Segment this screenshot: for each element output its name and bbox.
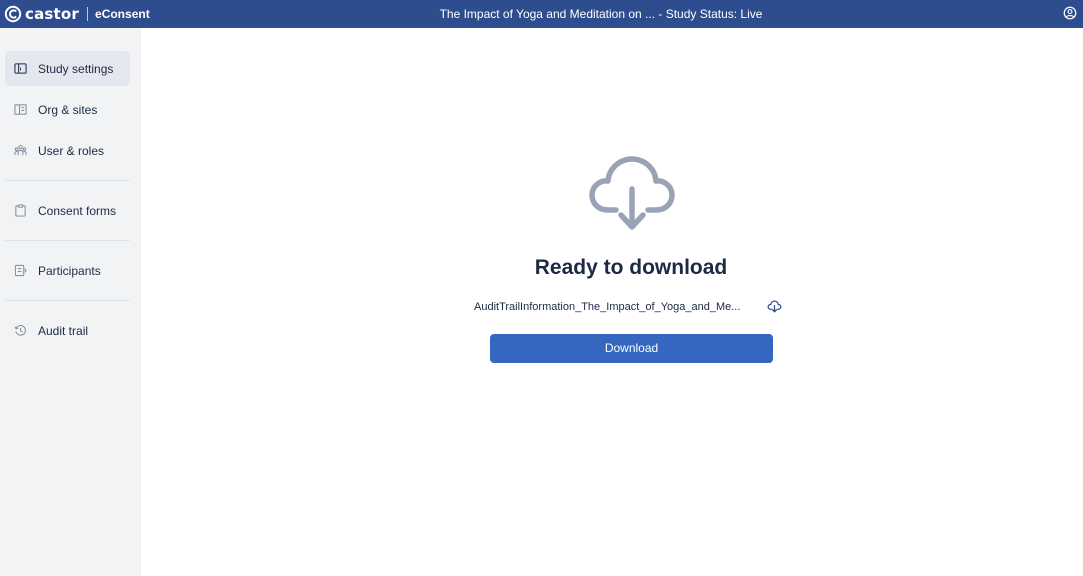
sidebar-divider [5,240,130,241]
cloud-download-icon [589,156,675,230]
main-content: Ready to download AuditTrailInformation_… [141,28,1083,576]
account-circle-icon[interactable] [1063,6,1077,20]
study-title: The Impact of Yoga and Meditation on ...… [439,7,763,21]
history-icon [14,325,26,336]
sidebar-item-consent-forms[interactable]: Consent forms [5,193,130,228]
ready-title: Ready to download [534,256,728,279]
sidebar-divider [5,300,130,301]
castor-logo-icon [4,5,22,23]
download-button[interactable]: Download [490,334,773,363]
sidebar-item-label: Participants [38,263,101,278]
sidebar-item-label: Org & sites [38,102,98,117]
sidebar-item-user-roles[interactable]: User & roles [5,133,130,168]
settings-panel-icon [14,63,27,74]
sidebar-item-audit-trail[interactable]: Audit trail [5,313,130,348]
file-name: AuditTrailInformation_The_Impact_of_Yoga… [474,301,741,313]
sidebar-item-study-settings[interactable]: Study settings [5,51,130,86]
sidebar-item-org-sites[interactable]: Org & sites [5,92,130,127]
cloud-download-icon[interactable] [767,299,782,314]
brand[interactable]: castor eConsent [4,3,150,25]
brand-name: castor [25,5,80,23]
building-icon [14,104,27,115]
sidebar-divider [5,180,130,181]
sidebar-item-label: Study settings [38,61,114,76]
sidebar-item-participants[interactable]: Participants [5,253,130,288]
top-bar: castor eConsent The Impact of Yoga and M… [0,0,1083,28]
sidebar-item-label: Audit trail [38,323,89,338]
sidebar-item-label: Consent forms [38,203,117,218]
sidebar: Study settings Org & sites User & roles … [0,28,141,576]
brand-separator [87,7,89,21]
participants-icon [14,264,27,277]
sidebar-item-label: User & roles [38,143,105,158]
users-icon [14,145,27,156]
product-name: eConsent [95,7,150,21]
clipboard-icon [15,204,26,217]
